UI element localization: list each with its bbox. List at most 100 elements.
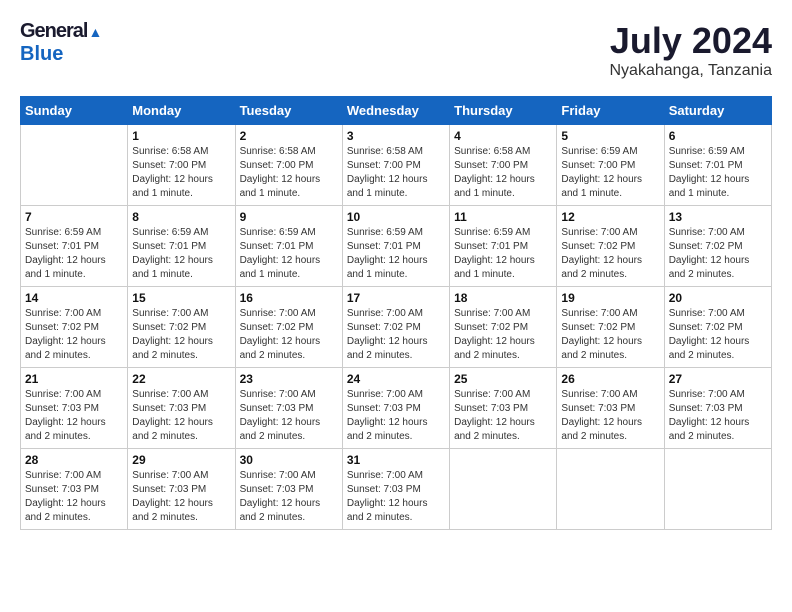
calendar-cell: 1 Sunrise: 6:58 AM Sunset: 7:00 PM Daylig… (128, 125, 235, 206)
day-number: 20 (669, 291, 767, 305)
calendar-week-row: 7Sunrise: 6:59 AM Sunset: 7:01 PM Daylig… (21, 206, 772, 287)
day-number: 16 (240, 291, 338, 305)
day-info: Sunrise: 7:00 AM Sunset: 7:02 PM Dayligh… (669, 226, 767, 282)
day-number: 2 (240, 129, 338, 143)
calendar-week-row: 1 Sunrise: 6:58 AM Sunset: 7:00 PM Daylig… (21, 125, 772, 206)
day-info: Sunrise: 6:59 AM Sunset: 7:01 PM Dayligh… (132, 226, 230, 282)
day-number: 6 (669, 129, 767, 143)
calendar-cell: 3 Sunrise: 6:58 AM Sunset: 7:00 PM Daylig… (342, 125, 449, 206)
day-info: Sunrise: 6:58 AM Sunset: 7:00 PM Dayligh… (132, 145, 230, 201)
day-number: 9 (240, 210, 338, 224)
logo-bird-icon: ▲ (88, 24, 102, 40)
day-info: Sunrise: 6:59 AM Sunset: 7:01 PM Dayligh… (347, 226, 445, 282)
day-number: 17 (347, 291, 445, 305)
calendar-cell: 29Sunrise: 7:00 AM Sunset: 7:03 PM Dayli… (128, 449, 235, 530)
day-info: Sunrise: 7:00 AM Sunset: 7:03 PM Dayligh… (347, 388, 445, 444)
calendar-table: SundayMondayTuesdayWednesdayThursdayFrid… (20, 96, 772, 530)
day-number: 24 (347, 372, 445, 386)
calendar-cell: 21 Sunrise: 7:00 AM Sunset: 7:03 PM Dayli… (21, 368, 128, 449)
weekday-header-sunday: Sunday (21, 97, 128, 125)
day-number: 13 (669, 210, 767, 224)
title-section: July 2024 Nyakahanga, Tanzania (610, 20, 773, 80)
calendar-cell: 27Sunrise: 7:00 AM Sunset: 7:03 PM Dayli… (664, 368, 771, 449)
day-number: 31 (347, 453, 445, 467)
calendar-cell: 6 Sunrise: 6:59 AM Sunset: 7:01 PM Daylig… (664, 125, 771, 206)
day-number: 1 (132, 129, 230, 143)
logo: General ▲ Blue (20, 20, 102, 66)
day-number: 3 (347, 129, 445, 143)
day-info: Sunrise: 6:58 AM Sunset: 7:00 PM Dayligh… (240, 145, 338, 201)
day-number: 27 (669, 372, 767, 386)
logo-general-text: General (20, 20, 87, 43)
day-number: 19 (561, 291, 659, 305)
calendar-cell: 10 Sunrise: 6:59 AM Sunset: 7:01 PM Dayli… (342, 206, 449, 287)
day-number: 26 (561, 372, 659, 386)
weekday-header-wednesday: Wednesday (342, 97, 449, 125)
page-header: General ▲ Blue July 2024 Nyakahanga, Tan… (20, 20, 772, 80)
calendar-cell (664, 449, 771, 530)
day-info: Sunrise: 7:00 AM Sunset: 7:03 PM Dayligh… (132, 388, 230, 444)
day-info: Sunrise: 6:59 AM Sunset: 7:01 PM Dayligh… (669, 145, 767, 201)
day-number: 30 (240, 453, 338, 467)
calendar-cell: 30 Sunrise: 7:00 AM Sunset: 7:03 PM Dayli… (235, 449, 342, 530)
day-info: Sunrise: 6:58 AM Sunset: 7:00 PM Dayligh… (347, 145, 445, 201)
day-number: 10 (347, 210, 445, 224)
day-info: Sunrise: 6:59 AM Sunset: 7:01 PM Dayligh… (454, 226, 552, 282)
day-info: Sunrise: 7:00 AM Sunset: 7:03 PM Dayligh… (25, 469, 123, 525)
day-info: Sunrise: 6:59 AM Sunset: 7:00 PM Dayligh… (561, 145, 659, 201)
day-info: Sunrise: 7:00 AM Sunset: 7:03 PM Dayligh… (240, 469, 338, 525)
weekday-header-saturday: Saturday (664, 97, 771, 125)
day-info: Sunrise: 7:00 AM Sunset: 7:03 PM Dayligh… (454, 388, 552, 444)
calendar-week-row: 21 Sunrise: 7:00 AM Sunset: 7:03 PM Dayli… (21, 368, 772, 449)
weekday-header-monday: Monday (128, 97, 235, 125)
day-number: 29 (132, 453, 230, 467)
day-info: Sunrise: 7:00 AM Sunset: 7:02 PM Dayligh… (561, 226, 659, 282)
calendar-cell (450, 449, 557, 530)
calendar-cell: 19 Sunrise: 7:00 AM Sunset: 7:02 PM Dayli… (557, 287, 664, 368)
weekday-header-tuesday: Tuesday (235, 97, 342, 125)
day-number: 12 (561, 210, 659, 224)
day-info: Sunrise: 6:59 AM Sunset: 7:01 PM Dayligh… (25, 226, 123, 282)
day-info: Sunrise: 7:00 AM Sunset: 7:02 PM Dayligh… (561, 307, 659, 363)
weekday-header-row: SundayMondayTuesdayWednesdayThursdayFrid… (21, 97, 772, 125)
calendar-cell: 28 Sunrise: 7:00 AM Sunset: 7:03 PM Dayli… (21, 449, 128, 530)
calendar-cell: 26 Sunrise: 7:00 AM Sunset: 7:03 PM Dayli… (557, 368, 664, 449)
day-info: Sunrise: 7:00 AM Sunset: 7:02 PM Dayligh… (25, 307, 123, 363)
day-number: 22 (132, 372, 230, 386)
calendar-cell (557, 449, 664, 530)
day-info: Sunrise: 7:00 AM Sunset: 7:02 PM Dayligh… (669, 307, 767, 363)
day-number: 18 (454, 291, 552, 305)
month-title: July 2024 (610, 20, 773, 62)
day-info: Sunrise: 6:59 AM Sunset: 7:01 PM Dayligh… (240, 226, 338, 282)
day-info: Sunrise: 7:00 AM Sunset: 7:03 PM Dayligh… (240, 388, 338, 444)
calendar-cell: 31 Sunrise: 7:00 AM Sunset: 7:03 PM Dayli… (342, 449, 449, 530)
day-number: 5 (561, 129, 659, 143)
day-info: Sunrise: 7:00 AM Sunset: 7:02 PM Dayligh… (240, 307, 338, 363)
calendar-cell: 22 Sunrise: 7:00 AM Sunset: 7:03 PM Dayli… (128, 368, 235, 449)
calendar-cell: 24 Sunrise: 7:00 AM Sunset: 7:03 PM Dayli… (342, 368, 449, 449)
day-number: 28 (25, 453, 123, 467)
calendar-cell: 16 Sunrise: 7:00 AM Sunset: 7:02 PM Dayli… (235, 287, 342, 368)
day-info: Sunrise: 7:00 AM Sunset: 7:02 PM Dayligh… (347, 307, 445, 363)
location: Nyakahanga, Tanzania (610, 62, 773, 80)
calendar-cell: 23Sunrise: 7:00 AM Sunset: 7:03 PM Dayli… (235, 368, 342, 449)
calendar-cell: 11 Sunrise: 6:59 AM Sunset: 7:01 PM Dayli… (450, 206, 557, 287)
weekday-header-thursday: Thursday (450, 97, 557, 125)
day-info: Sunrise: 7:00 AM Sunset: 7:03 PM Dayligh… (561, 388, 659, 444)
day-info: Sunrise: 7:00 AM Sunset: 7:03 PM Dayligh… (25, 388, 123, 444)
calendar-cell: 9 Sunrise: 6:59 AM Sunset: 7:01 PM Daylig… (235, 206, 342, 287)
calendar-cell: 13 Sunrise: 7:00 AM Sunset: 7:02 PM Dayli… (664, 206, 771, 287)
calendar-cell: 18Sunrise: 7:00 AM Sunset: 7:02 PM Dayli… (450, 287, 557, 368)
day-info: Sunrise: 7:00 AM Sunset: 7:03 PM Dayligh… (347, 469, 445, 525)
day-number: 11 (454, 210, 552, 224)
day-number: 4 (454, 129, 552, 143)
day-number: 21 (25, 372, 123, 386)
day-number: 8 (132, 210, 230, 224)
day-number: 25 (454, 372, 552, 386)
calendar-cell: 17 Sunrise: 7:00 AM Sunset: 7:02 PM Dayli… (342, 287, 449, 368)
calendar-week-row: 14Sunrise: 7:00 AM Sunset: 7:02 PM Dayli… (21, 287, 772, 368)
calendar-cell: 14Sunrise: 7:00 AM Sunset: 7:02 PM Dayli… (21, 287, 128, 368)
calendar-cell: 5 Sunrise: 6:59 AM Sunset: 7:00 PM Daylig… (557, 125, 664, 206)
calendar-week-row: 28 Sunrise: 7:00 AM Sunset: 7:03 PM Dayli… (21, 449, 772, 530)
calendar-cell: 4Sunrise: 6:58 AM Sunset: 7:00 PM Daylig… (450, 125, 557, 206)
